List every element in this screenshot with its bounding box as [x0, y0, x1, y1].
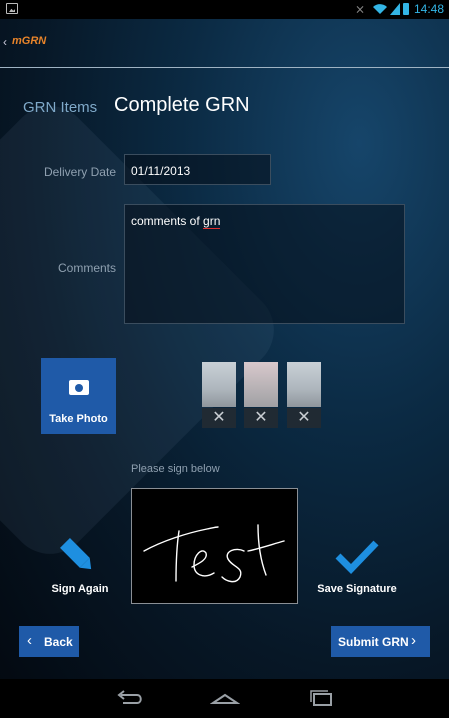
- camera-icon: [69, 380, 89, 395]
- delivery-date-label: Delivery Date: [43, 165, 116, 179]
- delivery-date-field[interactable]: 01/11/2013: [124, 154, 271, 185]
- photo-thumbnail: ✕: [244, 362, 278, 428]
- photo-thumbnail-image[interactable]: [287, 362, 321, 407]
- header-divider: [0, 67, 449, 68]
- take-photo-label: Take Photo: [49, 413, 108, 425]
- sign-again-button[interactable]: Sign Again: [45, 530, 115, 600]
- photo-thumbnail: ✕: [202, 362, 236, 428]
- signal-icon: [390, 3, 400, 15]
- signature-stroke: [143, 524, 285, 583]
- take-photo-button[interactable]: Take Photo: [41, 358, 116, 434]
- tab-grn-items[interactable]: GRN Items: [23, 99, 97, 116]
- wifi-icon: [373, 4, 387, 14]
- delivery-date-value: 01/11/2013: [131, 164, 191, 178]
- delete-photo-icon[interactable]: ✕: [202, 408, 236, 428]
- chevron-left-icon: ‹: [27, 632, 32, 649]
- delete-photo-icon[interactable]: ✕: [287, 408, 321, 428]
- gallery-icon: [6, 3, 18, 14]
- pencil-icon: [60, 538, 92, 570]
- sign-prompt: Please sign below: [131, 463, 220, 475]
- app-logo[interactable]: mGRN: [12, 35, 46, 47]
- photo-thumbnail: ✕: [287, 362, 321, 428]
- save-signature-button[interactable]: Save Signature: [312, 530, 402, 600]
- action-bar: ‹ mGRN: [0, 19, 449, 67]
- app-screen: ⨯ 14:48 ‹ mGRN GRN Items Complete GRN De…: [0, 0, 449, 718]
- misspelled-word: grn: [203, 214, 221, 229]
- page-title: Complete GRN: [114, 94, 250, 116]
- recent-apps-icon[interactable]: [306, 687, 336, 709]
- mute-icon: ⨯: [355, 2, 366, 16]
- comments-label: Comments: [57, 261, 116, 275]
- back-nav-icon[interactable]: [115, 687, 145, 709]
- submit-grn-button[interactable]: Submit GRN ›: [331, 626, 430, 657]
- checkmark-icon: [335, 540, 379, 574]
- status-bar: ⨯ 14:48: [0, 0, 449, 19]
- signature-pad[interactable]: [131, 488, 298, 604]
- system-navigation-bar: [0, 679, 449, 718]
- comments-textarea[interactable]: comments of grn: [124, 204, 405, 324]
- comments-text: comments of: [131, 214, 204, 228]
- save-signature-label: Save Signature: [317, 583, 397, 595]
- back-button-label: Back: [44, 635, 73, 649]
- photo-thumbnail-image[interactable]: [244, 362, 278, 407]
- back-button[interactable]: ‹ Back: [19, 626, 79, 657]
- delete-photo-icon[interactable]: ✕: [244, 408, 278, 428]
- photo-thumbnail-image[interactable]: [202, 362, 236, 407]
- submit-grn-label: Submit GRN: [338, 635, 409, 649]
- sign-again-label: Sign Again: [51, 583, 109, 595]
- battery-icon: [403, 3, 409, 15]
- home-nav-icon[interactable]: [210, 687, 240, 709]
- up-navigation-icon[interactable]: ‹: [3, 35, 7, 49]
- chevron-right-icon: ›: [411, 632, 416, 649]
- clock-time: 14:48: [414, 2, 445, 16]
